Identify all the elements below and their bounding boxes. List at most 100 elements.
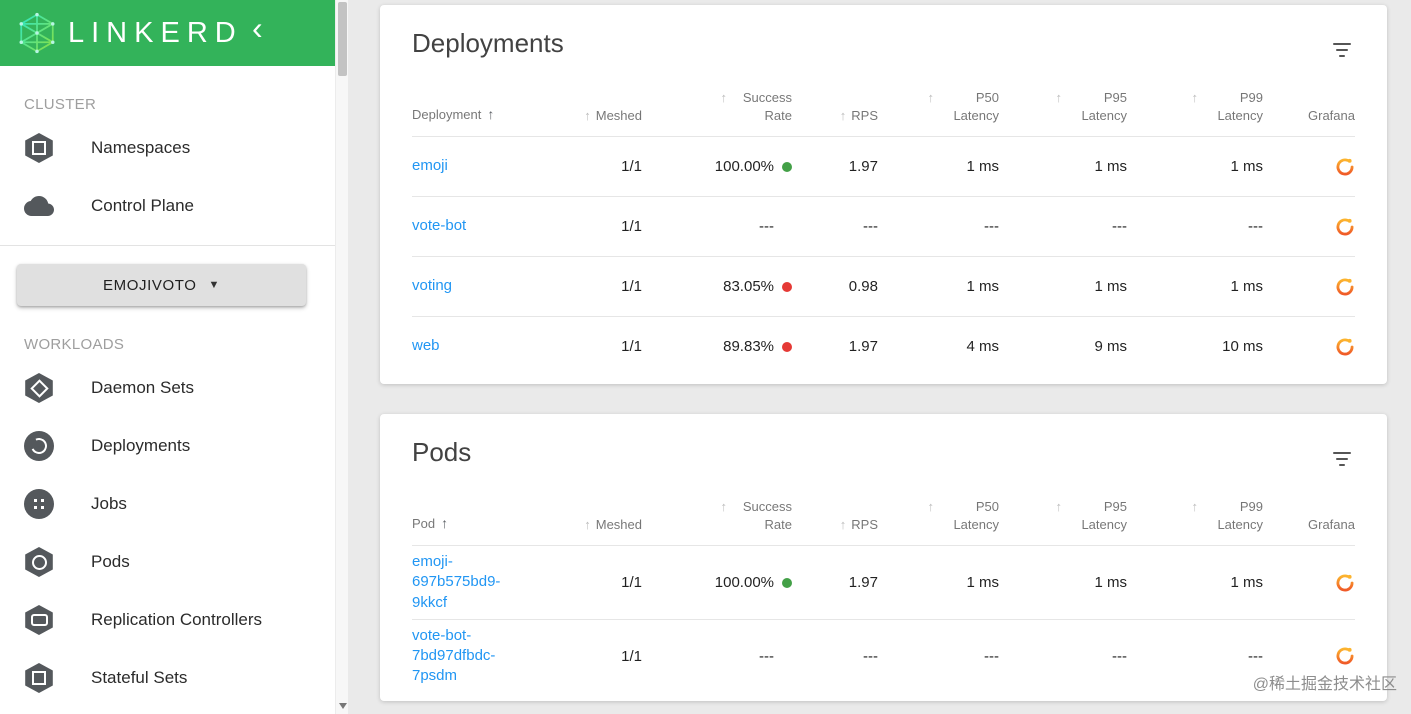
column-header-meshed[interactable]: ↑ Meshed <box>552 107 642 125</box>
p50-value: 1 ms <box>966 278 999 296</box>
deployment-link[interactable]: voting <box>412 276 452 296</box>
column-header-p95-latency[interactable]: ↑ P95 Latency <box>999 89 1128 124</box>
sidebar-item-namespaces[interactable]: Namespaces <box>0 119 335 177</box>
filter-icon[interactable] <box>1329 35 1355 65</box>
sidebar-item-stateful-sets[interactable]: Stateful Sets <box>0 649 335 707</box>
column-label: P50 Latency <box>953 499 999 532</box>
caret-down-icon: ▼ <box>208 279 220 291</box>
table-header-row: Deployment ↑ ↑ Meshed ↑ Success Rate ↑ R… <box>412 71 1355 136</box>
sidebar-collapse-button[interactable]: ‹ <box>252 12 263 44</box>
table-row: emoji-697b575bd9-9kkcf 1/1 100.00% 1.97 … <box>412 545 1355 619</box>
stateful-sets-icon <box>24 663 54 693</box>
grafana-link[interactable] <box>1335 157 1355 177</box>
p95-value: 1 ms <box>1094 574 1127 592</box>
column-label: Success Rate <box>742 90 792 123</box>
pods-card: Pods Pod ↑ ↑ Meshed ↑ Success Rate ↑ RPS… <box>380 414 1387 701</box>
sidebar-item-pods[interactable]: Pods <box>0 533 335 591</box>
column-label: P50 Latency <box>953 90 999 123</box>
grafana-link[interactable] <box>1335 277 1355 297</box>
p99-value: 1 ms <box>1230 158 1263 176</box>
scrollbar-down-arrow-icon[interactable] <box>339 703 347 709</box>
p99-value: 1 ms <box>1230 574 1263 592</box>
sort-asc-icon: ↑ <box>1055 499 1063 515</box>
column-header-p95-latency[interactable]: ↑ P95 Latency <box>999 498 1128 533</box>
grafana-link[interactable] <box>1335 217 1355 237</box>
grafana-icon <box>1336 218 1354 236</box>
sort-asc-icon: ↑ <box>487 106 495 123</box>
success-rate-value: 100.00% <box>714 158 774 176</box>
column-header-p99-latency[interactable]: ↑ P99 Latency <box>1127 89 1264 124</box>
grafana-link[interactable] <box>1335 337 1355 357</box>
deployment-link[interactable]: web <box>412 336 440 356</box>
grafana-link[interactable] <box>1335 573 1355 593</box>
column-header-success-rate[interactable]: ↑ Success Rate <box>642 89 793 124</box>
deployments-card-title: Deployments <box>412 28 564 58</box>
grafana-icon <box>1336 278 1354 296</box>
column-label: Deployment <box>412 106 482 122</box>
filter-icon[interactable] <box>1329 444 1355 474</box>
sort-asc-icon: ↑ <box>441 515 449 532</box>
deployment-link[interactable]: vote-bot <box>412 216 466 236</box>
sidebar-item-label: Replication Controllers <box>91 610 263 629</box>
column-label: P95 Latency <box>1081 90 1127 123</box>
status-dot <box>782 577 792 588</box>
sidebar-item-daemon-sets[interactable]: Daemon Sets <box>0 359 335 417</box>
scrollbar-thumb[interactable] <box>338 2 347 76</box>
deployments-card: Deployments Deployment ↑ ↑ Meshed ↑ Succ… <box>380 5 1387 385</box>
rps-value: --- <box>863 218 878 236</box>
app-title[interactable]: LINKERD <box>68 17 243 50</box>
sidebar-item-jobs[interactable]: Jobs <box>0 475 335 533</box>
column-label: Grafana <box>1308 107 1355 123</box>
status-dot <box>782 341 792 352</box>
pod-link[interactable]: vote-bot-7bd97dfbdc-7psdm <box>412 626 530 687</box>
deployments-table: Deployment ↑ ↑ Meshed ↑ Success Rate ↑ R… <box>380 71 1387 376</box>
table-row: web 1/1 89.83% 1.97 4 ms 9 ms 10 ms <box>412 316 1355 376</box>
p50-value: 1 ms <box>966 574 999 592</box>
workloads-section-heading: WORKLOADS <box>24 336 125 353</box>
pods-card-title: Pods <box>412 437 472 468</box>
replication-controllers-icon <box>24 605 54 635</box>
column-header-deployment[interactable]: Deployment ↑ <box>412 105 552 124</box>
rps-value: 1.97 <box>848 574 878 592</box>
sidebar-item-deployments[interactable]: Deployments <box>0 417 335 475</box>
namespace-selector-button[interactable]: EMOJIVOTO ▼ <box>17 264 306 306</box>
sort-asc-icon: ↑ <box>927 90 935 105</box>
watermark: @稀土掘金技术社区 <box>1252 676 1397 693</box>
status-dot <box>782 161 792 172</box>
meshed-value: 1/1 <box>621 647 642 665</box>
column-header-rps[interactable]: ↑ RPS <box>792 516 878 534</box>
success-rate-cell: 100.00% <box>642 574 792 591</box>
column-header-p50-latency[interactable]: ↑ P50 Latency <box>878 89 1000 124</box>
sort-asc-icon: ↑ <box>584 107 591 123</box>
p50-value: --- <box>984 218 999 236</box>
column-label: RPS <box>851 107 878 123</box>
column-label: Pod <box>412 515 436 531</box>
column-header-pod[interactable]: Pod ↑ <box>412 514 552 533</box>
column-label: RPS <box>851 516 878 532</box>
column-header-p99-latency[interactable]: ↑ P99 Latency <box>1127 498 1264 533</box>
column-header-rps[interactable]: ↑ RPS <box>792 107 878 125</box>
meshed-value: 1/1 <box>621 278 642 296</box>
deployment-link[interactable]: emoji <box>412 156 448 176</box>
pod-link[interactable]: emoji-697b575bd9-9kkcf <box>412 552 530 613</box>
grafana-link[interactable] <box>1335 646 1355 666</box>
sidebar-item-replication-controllers[interactable]: Replication Controllers <box>0 591 335 649</box>
sidebar-item-label: Stateful Sets <box>91 668 188 687</box>
column-header-grafana: Grafana <box>1263 107 1355 125</box>
meshed-value: 1/1 <box>621 338 642 356</box>
column-header-success-rate[interactable]: ↑ Success Rate <box>642 498 793 533</box>
sidebar-item-control-plane[interactable]: Control Plane <box>0 177 335 235</box>
column-header-p50-latency[interactable]: ↑ P50 Latency <box>878 498 1000 533</box>
brand-header: LINKERD ‹ <box>0 0 335 66</box>
success-rate-value: 89.83% <box>723 338 774 356</box>
sidebar-scrollbar[interactable] <box>335 0 348 714</box>
daemon-sets-icon <box>24 373 54 403</box>
rps-value: 1.97 <box>848 158 878 176</box>
sort-asc-icon: ↑ <box>720 90 728 105</box>
p95-value: 9 ms <box>1094 338 1127 356</box>
deployments-icon <box>24 431 54 461</box>
cluster-section-heading: CLUSTER <box>24 96 97 113</box>
table-row: emoji 1/1 100.00% 1.97 1 ms 1 ms 1 ms <box>412 136 1355 196</box>
sort-asc-icon: ↑ <box>1191 90 1199 105</box>
column-header-meshed[interactable]: ↑ Meshed <box>552 516 642 534</box>
